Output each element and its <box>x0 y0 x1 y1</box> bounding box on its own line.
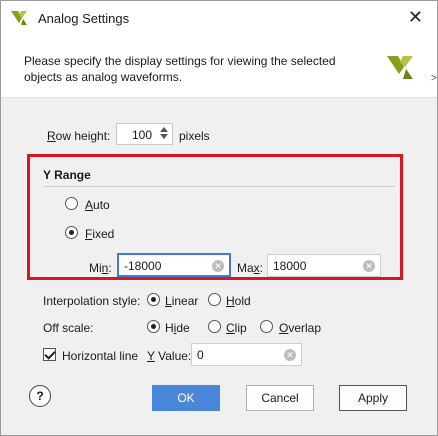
dialog-header: Please specify the display settings for … <box>1 35 437 98</box>
close-icon[interactable]: ✕ <box>408 7 423 27</box>
row-height-mnemonic: R <box>47 129 56 143</box>
y-value[interactable]: 0 <box>197 348 204 362</box>
window-title: Analog Settings <box>38 11 130 26</box>
overlap-label[interactable]: Overlap <box>279 321 321 335</box>
row-height-label: Row height: <box>47 129 110 143</box>
fixed-label-text: ixed <box>92 227 115 241</box>
row-height-unit: pixels <box>179 129 210 143</box>
min-label-prefix: Mi <box>89 261 102 275</box>
spinner-down-icon[interactable] <box>160 134 168 139</box>
max-input[interactable]: 18000 ✕ <box>267 254 381 277</box>
y-value-input[interactable]: 0 ✕ <box>191 343 302 366</box>
clip-radio[interactable] <box>208 320 221 333</box>
min-input[interactable]: -18000 ✕ <box>117 253 231 277</box>
row-height-spinner[interactable]: 100 <box>116 123 173 145</box>
analog-settings-dialog: Analog Settings ✕ Please specify the dis… <box>0 0 438 436</box>
header-description: Please specify the display settings for … <box>24 54 336 84</box>
title-bar: Analog Settings ✕ <box>1 1 437 35</box>
max-label-prefix: Ma <box>237 261 254 275</box>
y-value-label: Y Value: <box>147 349 191 363</box>
horizontal-line-label[interactable]: Horizontal line <box>62 349 138 363</box>
apply-button[interactable]: Apply <box>339 385 407 411</box>
hold-label[interactable]: Hold <box>226 294 251 308</box>
y-range-divider <box>43 186 395 187</box>
hold-mnemonic: H <box>226 294 235 308</box>
row-height-value[interactable]: 100 <box>132 128 152 142</box>
min-label: Min: <box>89 261 112 275</box>
min-label-rest: : <box>108 261 112 275</box>
fixed-radio[interactable] <box>65 226 78 239</box>
horizontal-line-checkbox[interactable] <box>43 348 56 361</box>
hide-label[interactable]: Hide <box>165 321 190 335</box>
off-scale-label: Off scale: <box>43 321 94 335</box>
ok-button[interactable]: OK <box>152 385 220 411</box>
y-range-title: Y Range <box>43 168 91 182</box>
auto-label[interactable]: Auto <box>85 198 110 212</box>
fixed-label[interactable]: Fixed <box>85 227 114 241</box>
spinner-arrows-icon[interactable] <box>158 125 170 143</box>
hold-radio[interactable] <box>208 293 221 306</box>
max-value[interactable]: 18000 <box>273 259 306 273</box>
auto-radio[interactable] <box>65 197 78 210</box>
max-label: Max: <box>237 261 263 275</box>
auto-label-text: uto <box>93 198 110 212</box>
hide-label-prefix: H <box>165 321 174 335</box>
linear-label-text: inear <box>171 294 199 308</box>
min-value[interactable]: -18000 <box>124 259 161 273</box>
row-height-label-text: ow height: <box>55 129 111 143</box>
auto-mnemonic: A <box>85 198 94 212</box>
header-edge-glyph: > <box>431 73 437 84</box>
clip-mnemonic: C <box>226 321 235 335</box>
hold-label-text: old <box>234 294 251 308</box>
vivado-app-icon <box>11 11 27 25</box>
overlap-mnemonic: O <box>279 321 289 335</box>
interpolation-label: Interpolation style: <box>43 294 141 308</box>
overlap-label-text: verlap <box>288 321 322 335</box>
overlap-radio[interactable] <box>260 320 273 333</box>
hide-label-rest: de <box>176 321 190 335</box>
clear-y-value-icon[interactable]: ✕ <box>284 349 296 361</box>
clear-max-icon[interactable]: ✕ <box>363 260 375 272</box>
help-icon[interactable]: ? <box>29 385 51 407</box>
cancel-button[interactable]: Cancel <box>246 385 314 411</box>
linear-mnemonic: L <box>165 294 172 308</box>
linear-radio[interactable] <box>147 293 160 306</box>
clear-min-icon[interactable]: ✕ <box>212 260 224 272</box>
spinner-up-icon[interactable] <box>160 127 168 132</box>
linear-label[interactable]: Linear <box>165 294 198 308</box>
clip-label[interactable]: Clip <box>226 321 247 335</box>
hide-radio[interactable] <box>147 320 160 333</box>
vivado-logo-icon <box>387 56 413 79</box>
y-value-label-text: Value: <box>154 349 192 363</box>
y-value-mnemonic: Y <box>147 349 155 363</box>
max-label-rest: : <box>259 261 264 275</box>
clip-label-text: lip <box>234 321 247 335</box>
